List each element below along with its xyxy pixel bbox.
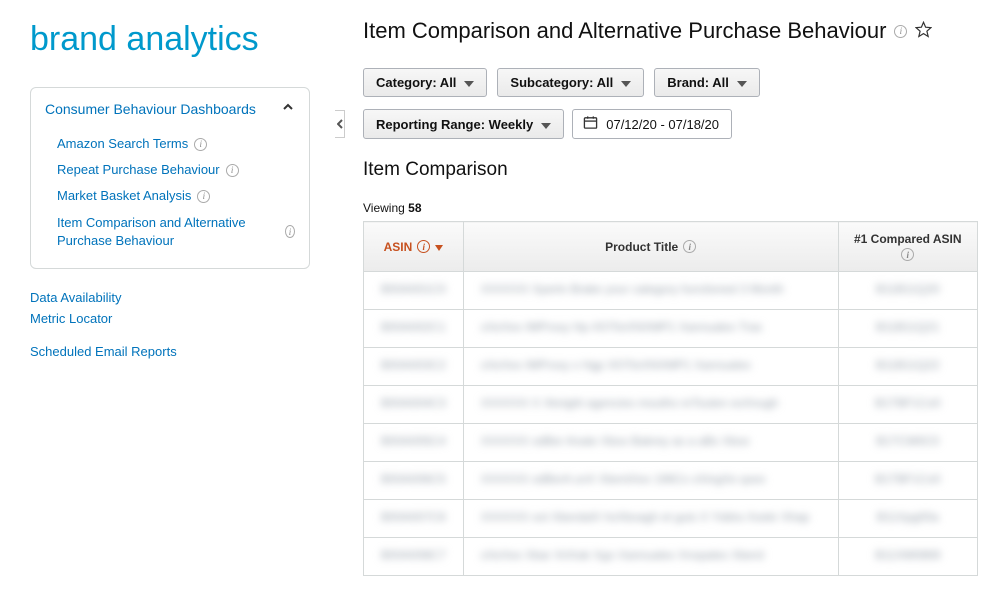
nav-item-label: Repeat Purchase Behaviour (57, 161, 220, 179)
cell-asin: B00A005C4 (378, 434, 448, 448)
cell-compared-asin: B1TCM0C0 (863, 434, 953, 448)
filter-reporting-range[interactable]: Reporting Range: Weekly (363, 109, 564, 139)
nav-item-item-comparison[interactable]: Item Comparison and Alternative Purchase… (45, 210, 295, 254)
info-icon[interactable]: i (901, 248, 914, 261)
cell-product-title: xXeXex Xbar XrtXak Xgo Xannualex Xnopale… (481, 548, 821, 562)
info-icon[interactable]: i (194, 138, 207, 151)
date-range-text: 07/12/20 - 07/18/20 (606, 117, 719, 132)
viewing-count: Viewing 58 (363, 201, 1000, 215)
table-row[interactable]: B00A006C5 XXXXXX xdBerA unX XbentXex 196C… (364, 462, 978, 500)
link-metric-locator[interactable]: Metric Locator (30, 308, 310, 329)
cell-compared-asin: B11B11Q20 (863, 282, 953, 296)
cell-asin: B00A008C7 (378, 548, 448, 562)
nav-item-label: Item Comparison and Alternative Purchase… (57, 214, 279, 250)
nav-items: Amazon Search Terms i Repeat Purchase Be… (31, 127, 309, 268)
cell-compared-asin: B11Xpg00a (863, 510, 953, 524)
table-row[interactable]: B00A008C7 xXeXex Xbar XrtXak Xgo Xannuale… (364, 538, 978, 576)
cell-product-title: XXXXXX xot XberdalX hsXboagh et guis X Y… (481, 510, 821, 524)
cell-asin: B00A007C6 (378, 510, 448, 524)
table-row[interactable]: B00A002C1 xXeXex IMProxy Hp-X070xXNXMP1 X… (364, 310, 978, 348)
th-asin[interactable]: ASIN i (364, 222, 464, 272)
cell-asin: B00A004C3 (378, 396, 448, 410)
cell-asin: B00A002C1 (378, 320, 448, 334)
info-icon[interactable]: i (683, 240, 696, 253)
nav-item-label: Market Basket Analysis (57, 187, 191, 205)
nav-panel: Consumer Behaviour Dashboards Amazon Sea… (30, 87, 310, 269)
brand-title: brand analytics (30, 20, 310, 59)
table-row[interactable]: B00A001C0 XXXXXX Xpertn Brake your catego… (364, 272, 978, 310)
cell-compared-asin: B11B11Q22 (863, 358, 953, 372)
cell-product-title: xXeXex IMProxy x Hgp X070xXNXMP1 Xannual… (481, 358, 821, 372)
cell-asin: B00A001C0 (378, 282, 448, 296)
calendar-icon (583, 115, 598, 133)
filter-subcategory[interactable]: Subcategory: All (497, 68, 644, 97)
cell-product-title: xXeXex IMProxy Hp-X070xXNXMP1 Xannualex … (481, 320, 821, 334)
cell-compared-asin: B11XM0869 (863, 548, 953, 562)
filter-category[interactable]: Category: All (363, 68, 487, 97)
filter-category-label: Category: All (376, 75, 456, 90)
info-icon[interactable]: i (417, 240, 430, 253)
nav-item-label: Amazon Search Terms (57, 135, 188, 153)
nav-panel-title: Consumer Behaviour Dashboards (45, 101, 256, 117)
info-icon[interactable]: i (226, 164, 239, 177)
cell-product-title: XXXXXX xdBerA unX XbentXex 196Cx xXingXe… (481, 472, 821, 486)
filter-brand[interactable]: Brand: All (654, 68, 760, 97)
nav-item-search-terms[interactable]: Amazon Search Terms i (45, 131, 295, 157)
nav-item-market-basket[interactable]: Market Basket Analysis i (45, 183, 295, 209)
cell-product-title: XXXXXX Xpertn Brake your category functi… (481, 282, 821, 296)
caret-down-icon (737, 75, 747, 90)
table-row[interactable]: B00A005C4 XXXXXX xdBer Anate Xbox Bakrey … (364, 424, 978, 462)
info-icon[interactable]: i (285, 225, 295, 238)
comparison-table: ASIN i Product Title i #1 Compare (363, 221, 978, 576)
cell-compared-asin: B1TBF1Cx0 (863, 472, 953, 486)
cell-product-title: XXXXXX X Xknight agencies mouths reToute… (481, 396, 821, 410)
section-title: Item Comparison (363, 159, 1000, 181)
nav-item-repeat-purchase[interactable]: Repeat Purchase Behaviour i (45, 157, 295, 183)
collapse-sidebar-tab[interactable] (335, 110, 345, 138)
caret-down-icon (621, 75, 631, 90)
nav-panel-toggle[interactable]: Consumer Behaviour Dashboards (31, 88, 309, 127)
page-title: Item Comparison and Alternative Purchase… (363, 18, 886, 44)
info-icon[interactable]: i (197, 190, 210, 203)
table-row[interactable]: B00A004C3 XXXXXX X Xknight agencies mouth… (364, 386, 978, 424)
caret-down-icon (541, 117, 551, 132)
filter-brand-label: Brand: All (667, 75, 729, 90)
cell-compared-asin: B11B11Q21 (863, 320, 953, 334)
link-scheduled-email[interactable]: Scheduled Email Reports (30, 341, 310, 362)
table-row[interactable]: B00A007C6 XXXXXX xot XberdalX hsXboagh et… (364, 500, 978, 538)
filter-subcategory-label: Subcategory: All (510, 75, 613, 90)
th-compared-asin[interactable]: #1 Compared ASIN i (838, 222, 977, 272)
table-row[interactable]: B00A003C2 xXeXex IMProxy x Hgp X070xXNXMP… (364, 348, 978, 386)
link-data-availability[interactable]: Data Availability (30, 287, 310, 308)
chevron-up-icon (281, 100, 295, 117)
date-range-picker[interactable]: 07/12/20 - 07/18/20 (572, 109, 732, 139)
cell-product-title: XXXXXX xdBer Anate Xbox Bakrey as a aBx … (481, 434, 821, 448)
caret-down-icon (464, 75, 474, 90)
info-icon[interactable]: i (894, 25, 907, 38)
filter-range-label: Reporting Range: Weekly (376, 117, 533, 132)
star-icon[interactable] (915, 21, 932, 41)
cell-asin: B00A006C5 (378, 472, 448, 486)
cell-compared-asin: B1TBF1Cx0 (863, 396, 953, 410)
cell-asin: B00A003C2 (378, 358, 448, 372)
th-product-title[interactable]: Product Title i (463, 222, 838, 272)
sort-desc-icon (435, 240, 443, 254)
